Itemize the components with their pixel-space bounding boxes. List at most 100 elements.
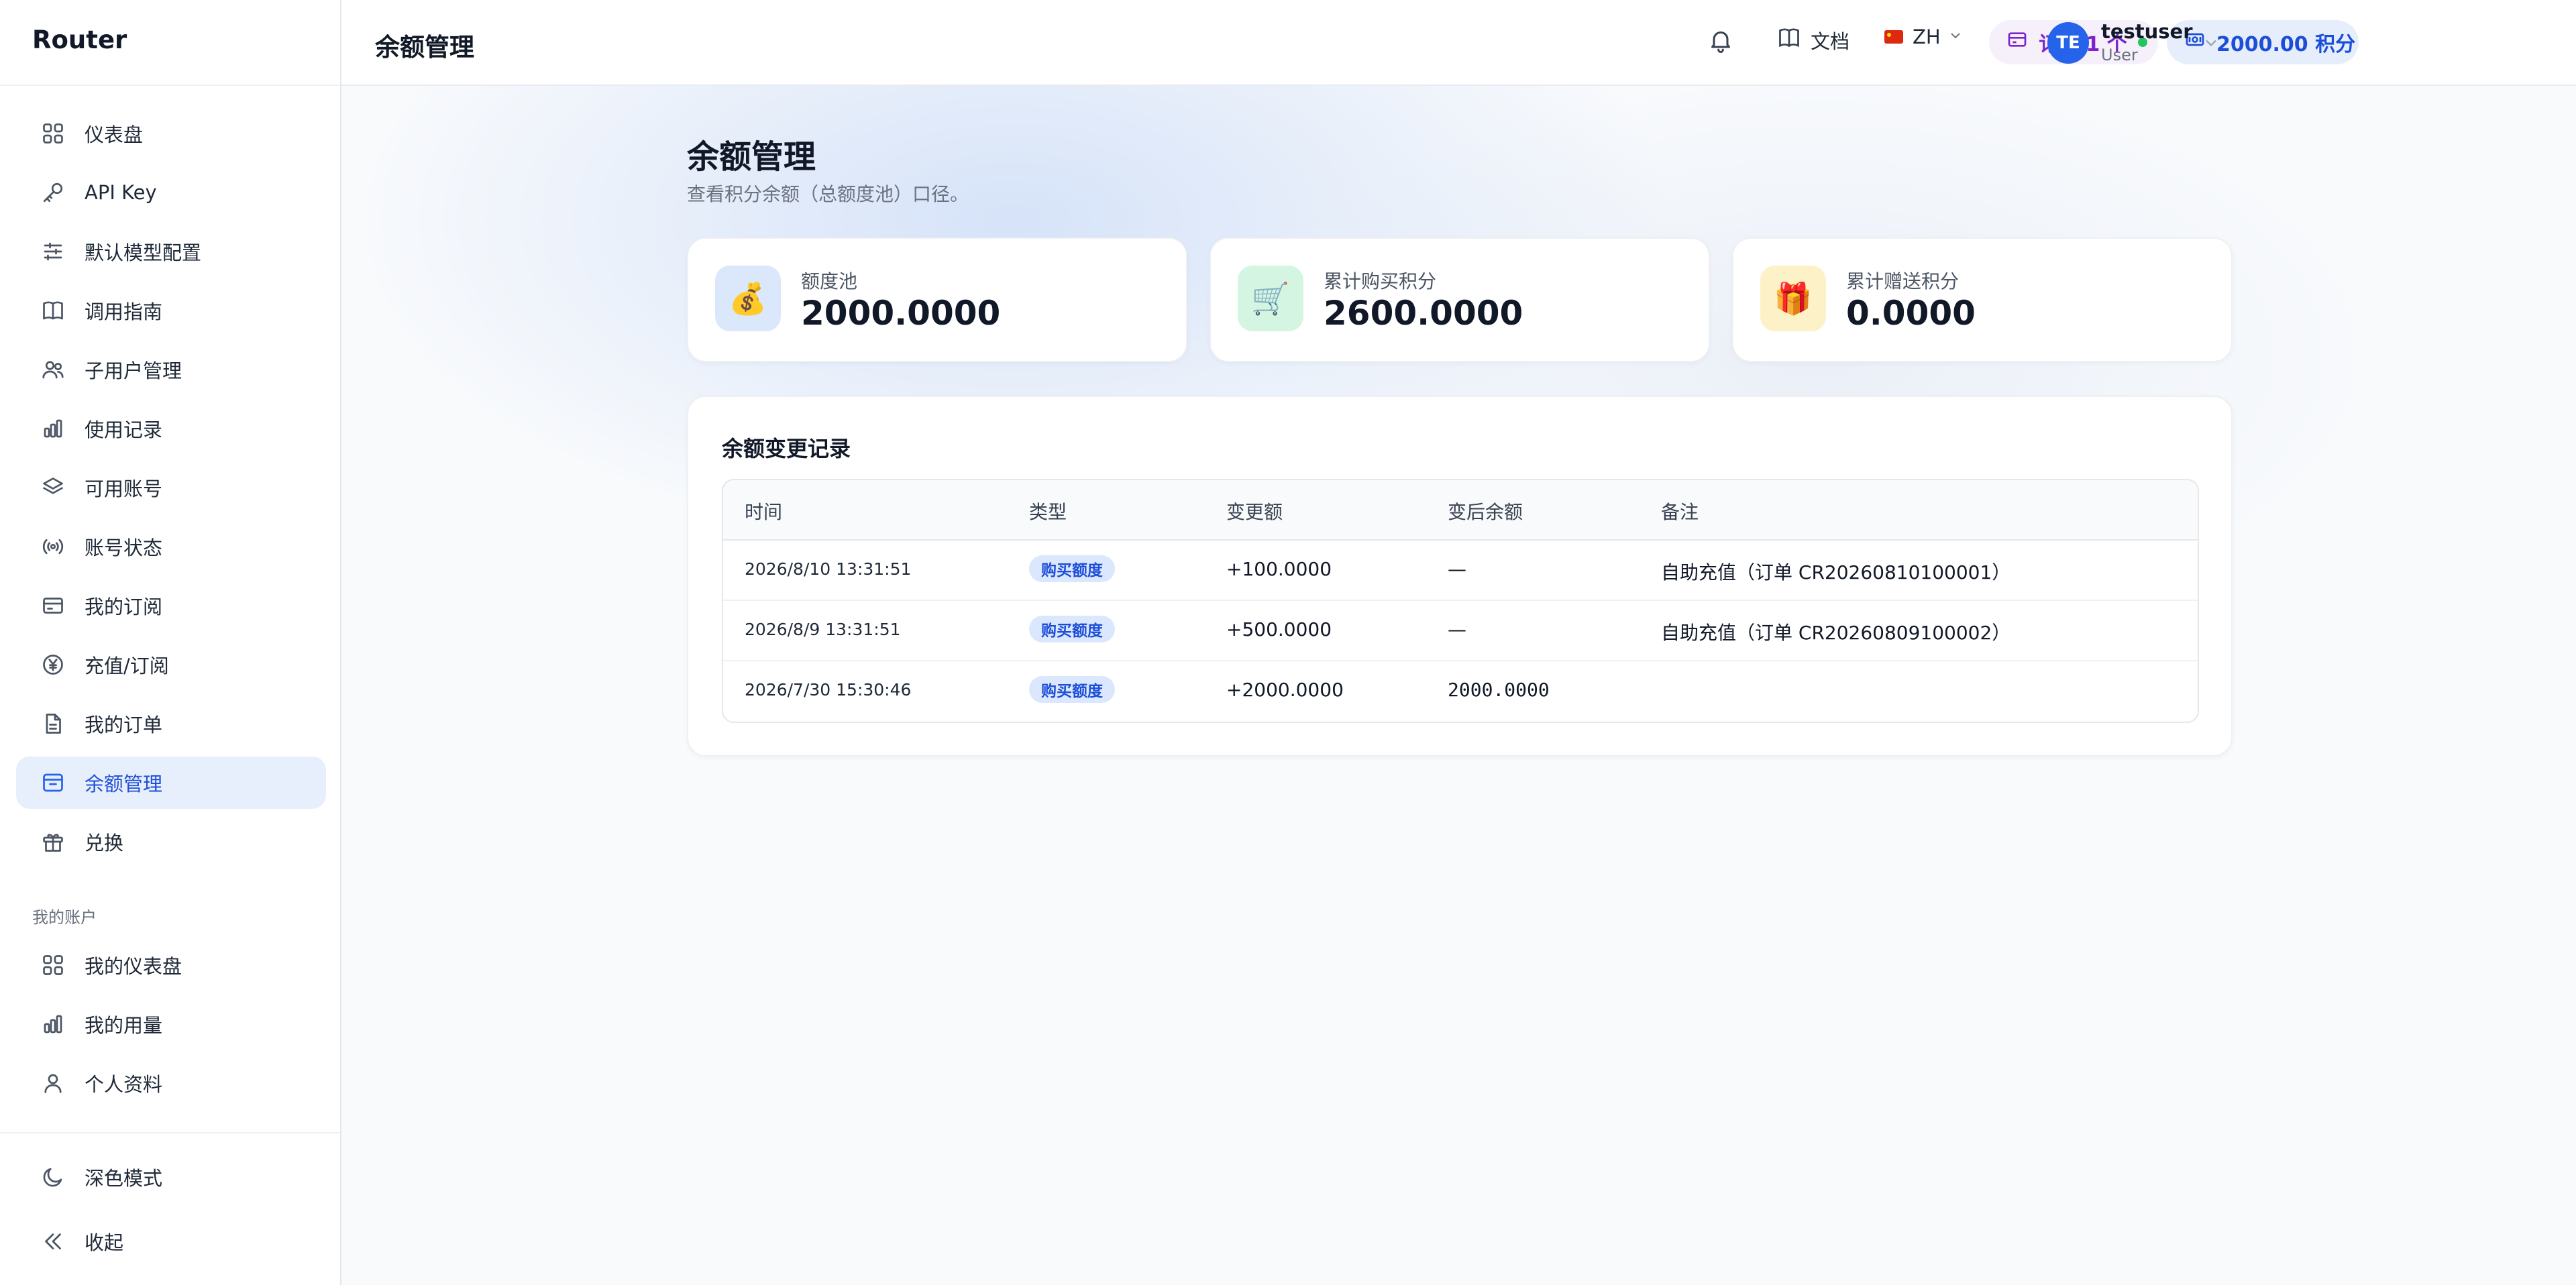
sliders-icon (40, 239, 66, 264)
cell-delta: +100.0000 (1226, 558, 1332, 580)
collapse-sidebar-button[interactable]: 收起 (16, 1215, 326, 1268)
sidebar-item-label: API Key (85, 181, 157, 204)
yen-circle-icon (40, 652, 66, 677)
gift-icon: 🎁 (1760, 266, 1826, 331)
book-icon (40, 298, 66, 323)
users-icon (40, 357, 66, 382)
sidebar-item-default-model[interactable]: 默认模型配置 (16, 225, 326, 278)
sidebar-item-label: 我的仪表盘 (85, 955, 182, 978)
book-open-icon (1777, 25, 1811, 54)
sidebar-item-my-usage[interactable]: 我的用量 (16, 998, 326, 1050)
sidebar: Router 仪表盘 API Key 默认模型配置 调用指南 子用户管理 使用记… (0, 0, 341, 1285)
type-badge: 购买额度 (1029, 616, 1115, 642)
layers-icon (40, 475, 66, 500)
sidebar-item-label: 使用记录 (85, 418, 163, 441)
sidebar-item-my-orders[interactable]: 我的订单 (16, 697, 326, 750)
sidebar-item-label: 默认模型配置 (85, 241, 202, 264)
money-bag-icon: 💰 (715, 266, 781, 331)
key-icon (40, 180, 66, 205)
credit-card-icon (40, 593, 66, 618)
china-flag-icon (1884, 30, 1903, 44)
user-icon (40, 1070, 66, 1096)
brand-logo[interactable]: Router (32, 25, 127, 54)
sidebar-item-redeem[interactable]: 兑换 (16, 816, 326, 868)
sidebar-item-label: 调用指南 (85, 300, 163, 323)
stat-card-quota-pool: 💰 额度池 2000.0000 (687, 237, 1187, 362)
username[interactable]: testuser (2101, 20, 2193, 43)
sidebar-item-account-status[interactable]: 账号状态 (16, 520, 326, 573)
credit-card-icon (2006, 29, 2039, 56)
sidebar-item-label: 我的订单 (85, 714, 163, 736)
sidebar-item-label: 个人资料 (85, 1073, 163, 1096)
cell-time: 2026/7/30 15:30:46 (745, 680, 912, 700)
stat-card-purchased: 🛒 累计购买积分 2600.0000 (1210, 237, 1710, 362)
divider (0, 1132, 340, 1133)
stat-label: 累计购买积分 (1324, 270, 1437, 292)
stat-value: 2600.0000 (1324, 294, 1523, 333)
credits-badge[interactable]: 2000.00 积分 (2167, 20, 2359, 64)
cell-time: 2026/8/9 13:31:51 (745, 620, 901, 639)
divider (0, 85, 340, 86)
column-header-time: 时间 (745, 501, 783, 523)
balance-records-card: 余额变更记录 时间 类型 变更额 变后余额 备注 2026/8/10 13:31… (687, 396, 2233, 757)
cell-note: 自助充值（订单 CR20260810100001） (1661, 561, 2011, 583)
stat-value: 2000.0000 (801, 294, 1001, 333)
type-badge: 购买额度 (1029, 676, 1115, 703)
grid-icon (40, 952, 66, 978)
sidebar-item-label: 余额管理 (85, 773, 163, 795)
stat-value: 0.0000 (1846, 294, 1976, 333)
sidebar-item-api-key[interactable]: API Key (16, 166, 326, 219)
page-subtitle: 查看积分余额（总额度池）口径。 (687, 183, 969, 205)
language-selector[interactable]: ZH (1884, 25, 1964, 48)
chevrons-left-icon (40, 1229, 66, 1254)
cell-delta: +500.0000 (1226, 618, 1332, 640)
docs-link[interactable]: 文档 (1777, 25, 1849, 54)
sidebar-item-balance[interactable]: 余额管理 (16, 757, 326, 809)
file-icon (40, 711, 66, 736)
column-header-balance-after: 变后余额 (1448, 501, 1523, 523)
sidebar-item-label: 兑换 (85, 832, 124, 854)
table-row: 2026/8/9 13:31:51 购买额度 +500.0000 — 自助充值（… (723, 600, 2198, 661)
dark-mode-toggle[interactable]: 深色模式 (16, 1151, 326, 1203)
table-row: 2026/8/10 13:31:51 购买额度 +100.0000 — 自助充值… (723, 539, 2198, 601)
stat-label: 累计赠送积分 (1846, 270, 1960, 292)
table-row: 2026/7/30 15:30:46 购买额度 +2000.0000 2000.… (723, 660, 2198, 720)
column-header-note: 备注 (1661, 501, 1699, 523)
avatar[interactable]: TE (2047, 22, 2089, 64)
header-title: 余额管理 (375, 33, 474, 62)
notifications-button[interactable] (1707, 27, 1737, 56)
cell-time: 2026/8/10 13:31:51 (745, 559, 912, 579)
bar-chart-icon (40, 1011, 66, 1037)
dark-mode-label: 深色模式 (85, 1167, 163, 1190)
column-header-delta: 变更额 (1226, 501, 1283, 523)
language-label: ZH (1913, 25, 1941, 48)
sidebar-item-sub-users[interactable]: 子用户管理 (16, 343, 326, 396)
moon-icon (40, 1164, 66, 1190)
cell-balance-after: — (1448, 618, 1466, 640)
sidebar-item-my-dashboard[interactable]: 我的仪表盘 (16, 939, 326, 991)
top-header: 余额管理 文档 ZH 订阅 1 个 2000.00 积分 TE testuser… (341, 0, 2576, 86)
docs-label: 文档 (1811, 30, 1850, 53)
sidebar-item-usage-records[interactable]: 使用记录 (16, 402, 326, 455)
cell-balance-after: — (1448, 558, 1466, 580)
sidebar-item-profile[interactable]: 个人资料 (16, 1057, 326, 1109)
section-label-my-account: 我的账户 (32, 908, 97, 927)
collapse-label: 收起 (85, 1231, 124, 1254)
sidebar-item-available-accounts[interactable]: 可用账号 (16, 461, 326, 514)
sidebar-item-guide[interactable]: 调用指南 (16, 284, 326, 337)
user-menu-toggle[interactable] (2202, 34, 2220, 55)
bell-icon (1707, 31, 1734, 56)
sidebar-item-my-subscription[interactable]: 我的订阅 (16, 579, 326, 632)
records-title: 余额变更记录 (722, 436, 851, 461)
sidebar-item-label: 我的订阅 (85, 596, 163, 618)
grid-icon (40, 121, 66, 146)
cell-note: 自助充值（订单 CR20260809100002） (1661, 622, 2011, 644)
credits-label: 2000.00 积分 (2216, 33, 2356, 56)
sidebar-item-recharge[interactable]: 充值/订阅 (16, 638, 326, 691)
bar-chart-icon (40, 416, 66, 441)
signal-icon (40, 534, 66, 559)
stat-label: 额度池 (801, 270, 858, 292)
sidebar-item-dashboard[interactable]: 仪表盘 (16, 107, 326, 160)
sidebar-item-label: 子用户管理 (85, 359, 182, 382)
cart-icon: 🛒 (1238, 266, 1303, 331)
